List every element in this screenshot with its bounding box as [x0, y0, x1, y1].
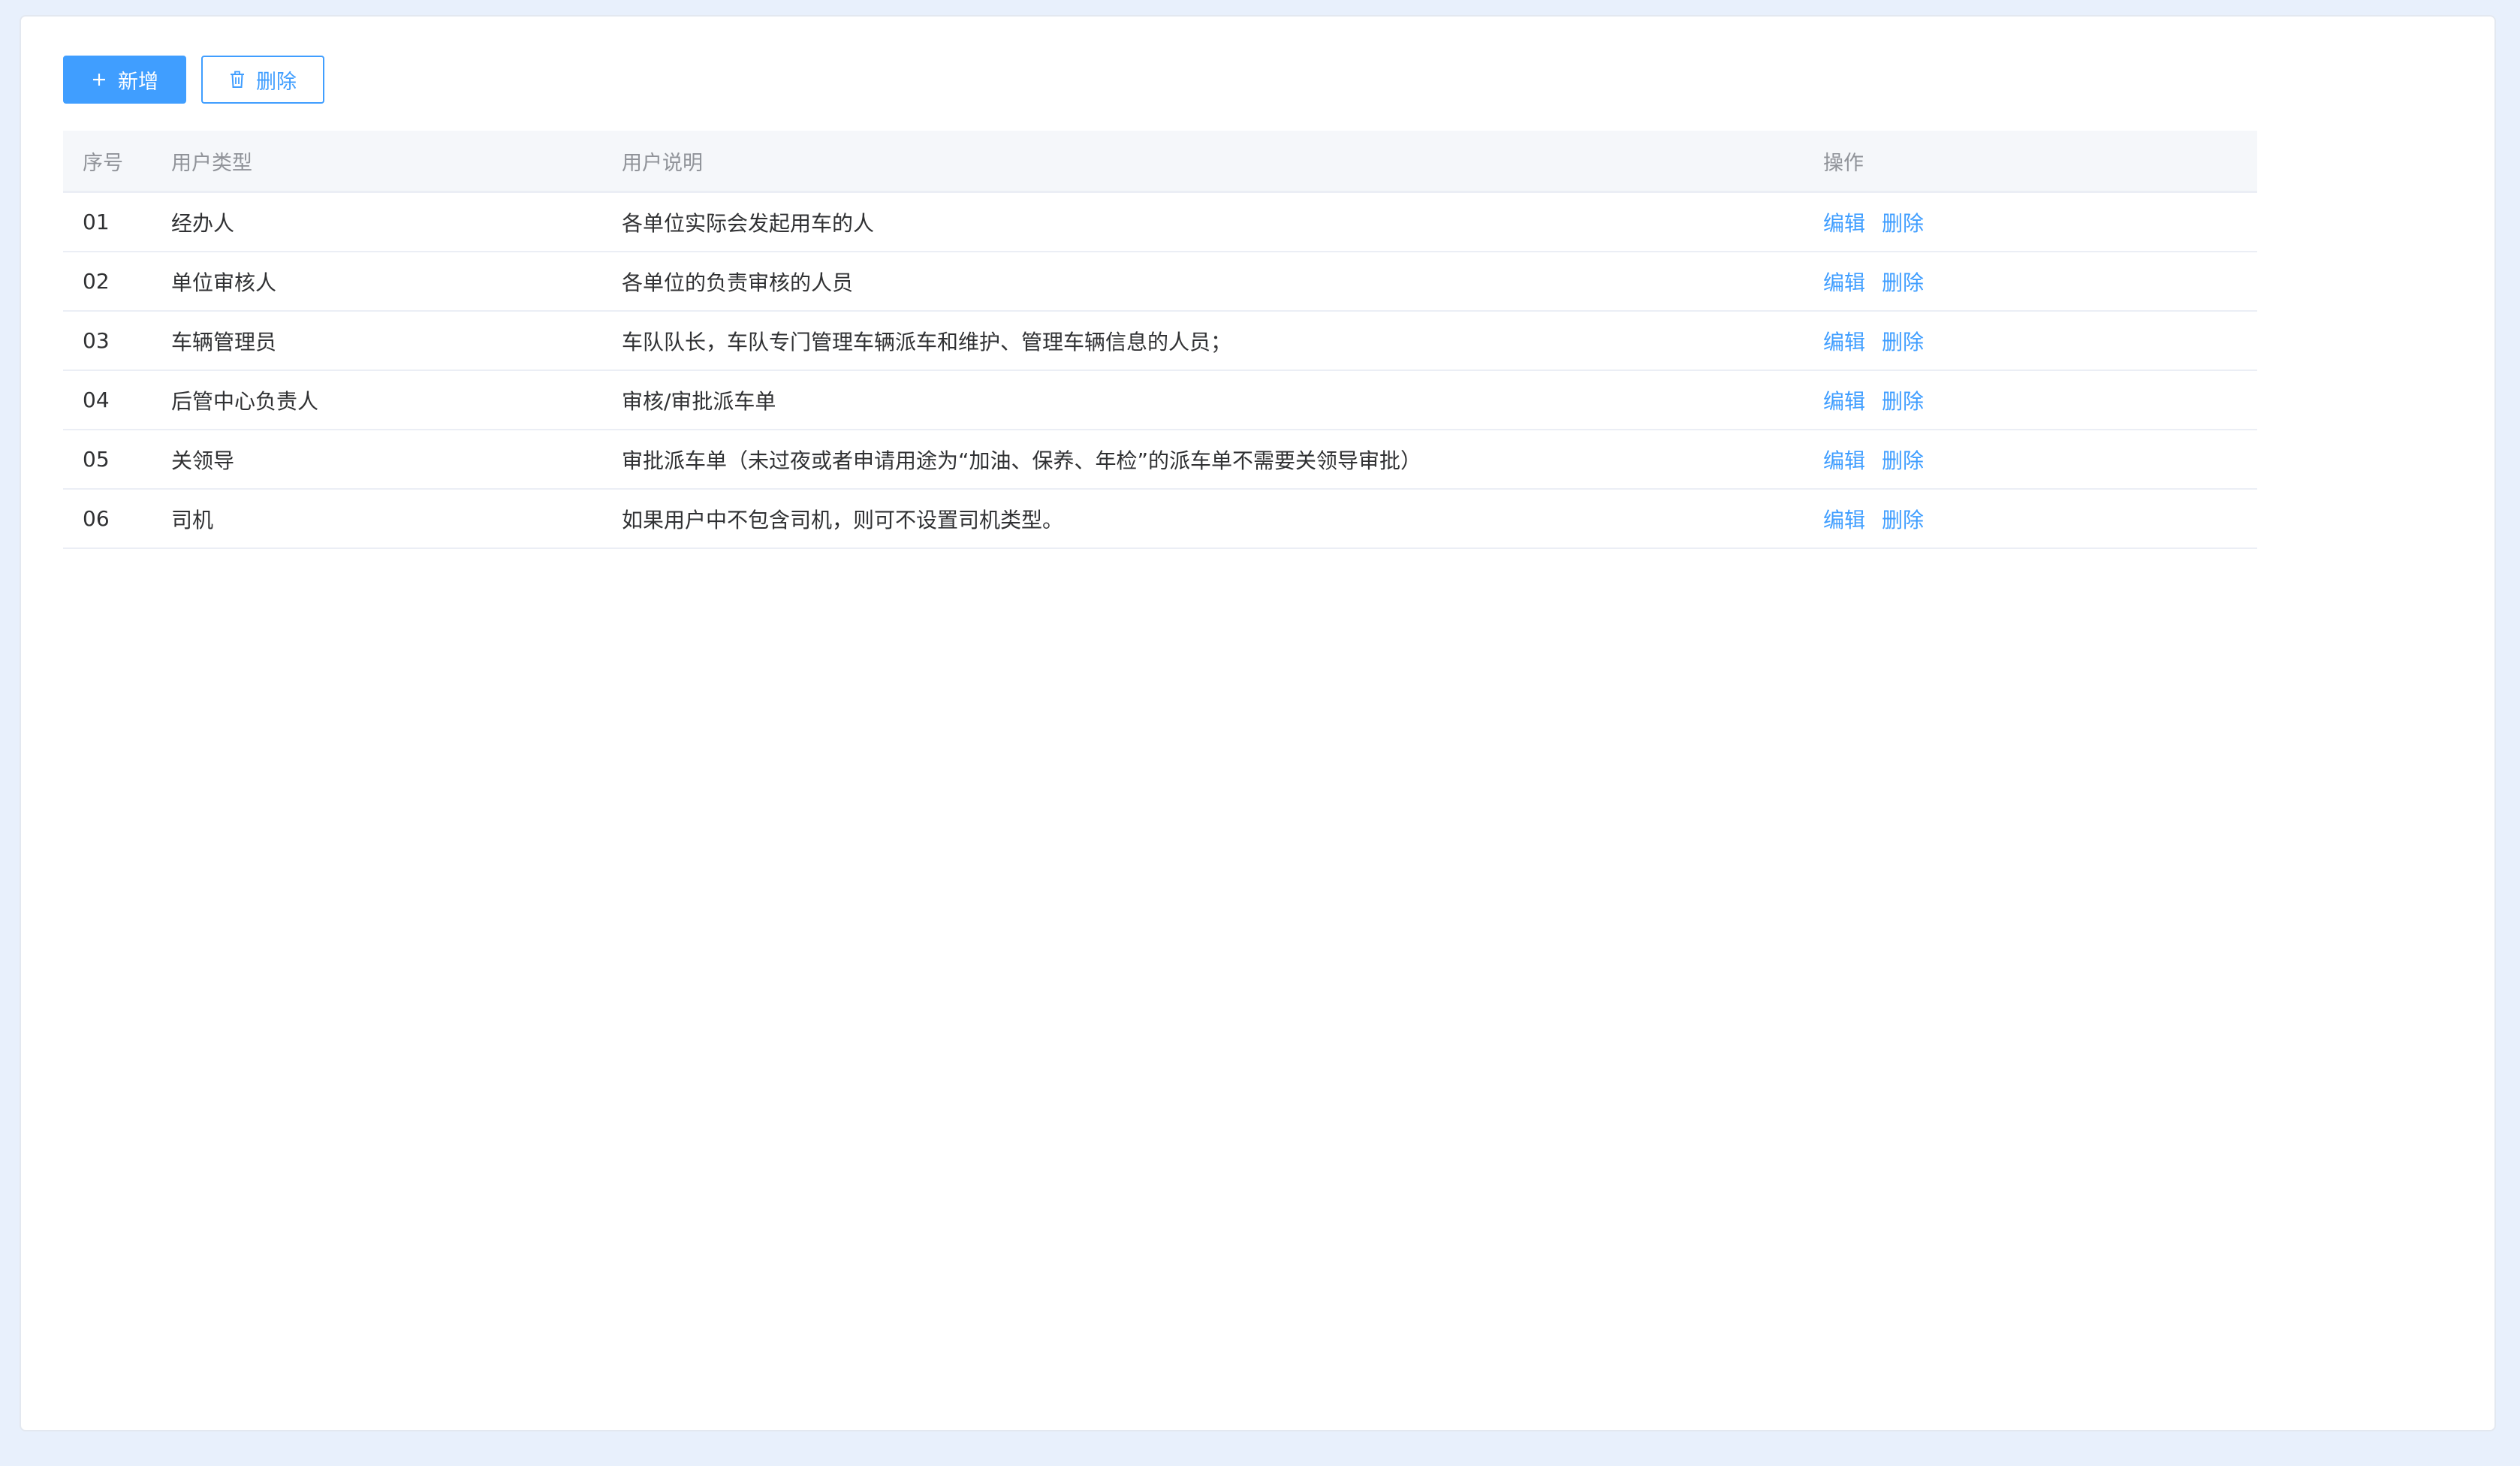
cell-desc: 各单位实际会发起用车的人 — [622, 210, 875, 236]
delete-link[interactable]: 删除 — [1882, 445, 1924, 475]
edit-link[interactable]: 编辑 — [1823, 385, 1865, 415]
delete-link[interactable]: 删除 — [1882, 207, 1924, 237]
cell-type: 司机 — [171, 507, 214, 532]
edit-link[interactable]: 编辑 — [1823, 267, 1865, 297]
cell-actions: 编辑 删除 — [1823, 267, 2257, 297]
cell-type: 经办人 — [171, 210, 235, 236]
header-actions: 操作 — [1823, 151, 1864, 175]
cell-type: 关领导 — [171, 448, 235, 473]
trash-icon — [229, 71, 246, 89]
cell-actions: 编辑 删除 — [1823, 445, 2257, 475]
cell-type: 单位审核人 — [171, 270, 277, 295]
delete-link[interactable]: 删除 — [1882, 267, 1924, 297]
cell-type: 后管中心负责人 — [171, 388, 319, 414]
delete-button-label: 删除 — [256, 70, 297, 94]
delete-link[interactable]: 删除 — [1882, 385, 1924, 415]
table-row: 02 单位审核人 各单位的负责审核的人员 编辑 删除 — [63, 252, 2257, 312]
cell-desc: 各单位的负责审核的人员 — [622, 270, 854, 295]
delete-link[interactable]: 删除 — [1882, 504, 1924, 534]
cell-no: 06 — [83, 506, 110, 531]
user-type-table: 序号 用户类型 用户说明 操作 01 经办人 各单位实际会发起用车的人 编辑 删… — [63, 131, 2257, 549]
delete-button[interactable]: 删除 — [201, 56, 324, 104]
cell-desc: 车队队长，车队专门管理车辆派车和维护、管理车辆信息的人员； — [622, 329, 1232, 354]
header-user-type: 用户类型 — [171, 151, 252, 175]
header-no: 序号 — [83, 151, 123, 175]
add-button[interactable]: 新增 — [63, 56, 186, 104]
table-row: 01 经办人 各单位实际会发起用车的人 编辑 删除 — [63, 193, 2257, 252]
cell-no: 02 — [83, 269, 110, 294]
cell-actions: 编辑 删除 — [1823, 326, 2257, 356]
plus-icon — [91, 71, 107, 88]
table-header: 序号 用户类型 用户说明 操作 — [63, 131, 2257, 193]
edit-link[interactable]: 编辑 — [1823, 207, 1865, 237]
toolbar: 新增 删除 — [63, 56, 324, 104]
table-row: 05 关领导 审批派车单（未过夜或者申请用途为“加油、保养、年检”的派车单不需要… — [63, 430, 2257, 490]
content-card: 新增 删除 序号 用户类型 用户说明 操作 01 经办人 各单位实际会发起用车的… — [20, 15, 2496, 1431]
table-row: 04 后管中心负责人 审核/审批派车单 编辑 删除 — [63, 371, 2257, 430]
cell-desc: 审核/审批派车单 — [622, 388, 776, 414]
table-row: 06 司机 如果用户中不包含司机，则可不设置司机类型。 编辑 删除 — [63, 490, 2257, 549]
cell-no: 03 — [83, 328, 110, 353]
table-row: 03 车辆管理员 车队队长，车队专门管理车辆派车和维护、管理车辆信息的人员； 编… — [63, 312, 2257, 371]
cell-actions: 编辑 删除 — [1823, 207, 2257, 237]
cell-actions: 编辑 删除 — [1823, 504, 2257, 534]
add-button-label: 新增 — [118, 70, 158, 94]
edit-link[interactable]: 编辑 — [1823, 326, 1865, 356]
delete-link[interactable]: 删除 — [1882, 326, 1924, 356]
edit-link[interactable]: 编辑 — [1823, 504, 1865, 534]
edit-link[interactable]: 编辑 — [1823, 445, 1865, 475]
cell-type: 车辆管理员 — [171, 329, 277, 354]
cell-desc: 如果用户中不包含司机，则可不设置司机类型。 — [622, 507, 1064, 532]
cell-desc: 审批派车单（未过夜或者申请用途为“加油、保养、年检”的派车单不需要关领导审批） — [622, 448, 1422, 473]
cell-no: 05 — [83, 447, 110, 472]
cell-actions: 编辑 删除 — [1823, 385, 2257, 415]
cell-no: 04 — [83, 388, 110, 412]
header-user-desc: 用户说明 — [622, 151, 703, 175]
cell-no: 01 — [83, 210, 110, 234]
